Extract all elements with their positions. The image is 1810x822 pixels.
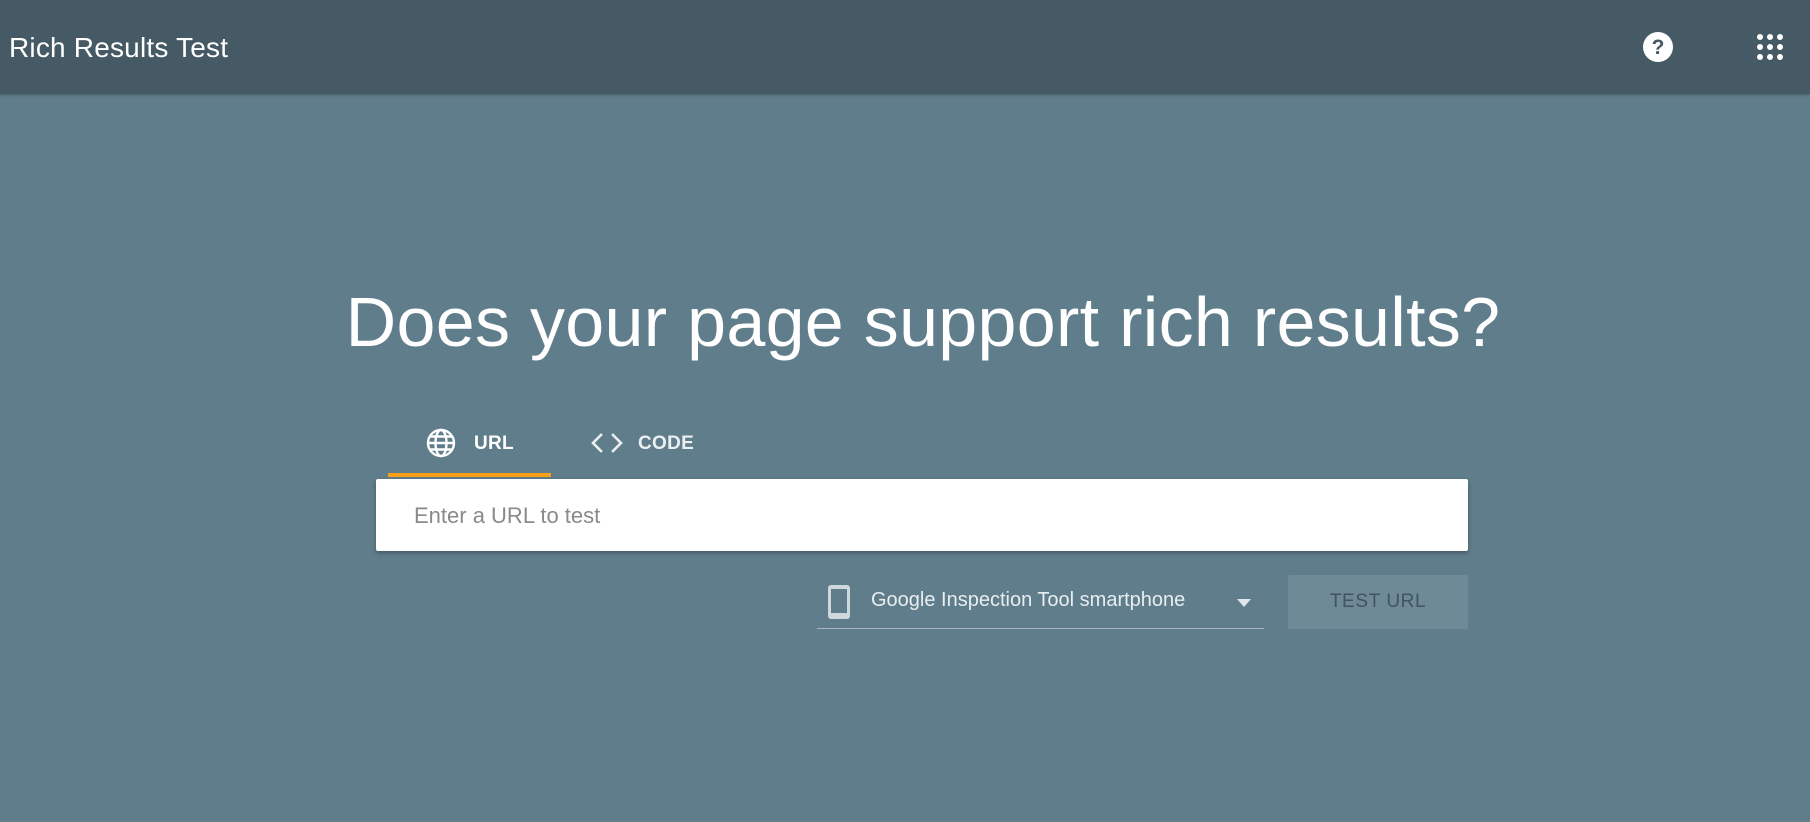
tab-url-label: URL bbox=[474, 433, 514, 454]
code-brackets-icon bbox=[591, 433, 623, 453]
dropdown-arrow-icon bbox=[1237, 599, 1251, 607]
url-input-container bbox=[376, 479, 1468, 553]
svg-text:?: ? bbox=[1652, 36, 1665, 59]
help-button[interactable]: ? bbox=[1642, 31, 1674, 63]
url-input[interactable] bbox=[412, 479, 1446, 553]
smartphone-icon bbox=[828, 585, 850, 619]
top-app-bar: Rich Results Test ? bbox=[0, 0, 1810, 94]
user-agent-label: Google Inspection Tool smartphone bbox=[871, 589, 1186, 611]
page-headline: Does your page support rich results? bbox=[345, 283, 1501, 361]
globe-icon bbox=[426, 428, 456, 458]
help-circle-icon: ? bbox=[1643, 32, 1673, 62]
apps-button[interactable] bbox=[1756, 33, 1784, 61]
tab-code-label: CODE bbox=[638, 433, 695, 454]
tab-code[interactable]: CODE bbox=[578, 420, 718, 477]
apps-grid-icon bbox=[1757, 34, 1783, 60]
user-agent-select[interactable]: Google Inspection Tool smartphone bbox=[817, 576, 1264, 629]
test-url-button[interactable]: TEST URL bbox=[1288, 575, 1468, 629]
app-title: Rich Results Test bbox=[9, 32, 229, 63]
tab-url[interactable]: URL bbox=[388, 420, 551, 477]
